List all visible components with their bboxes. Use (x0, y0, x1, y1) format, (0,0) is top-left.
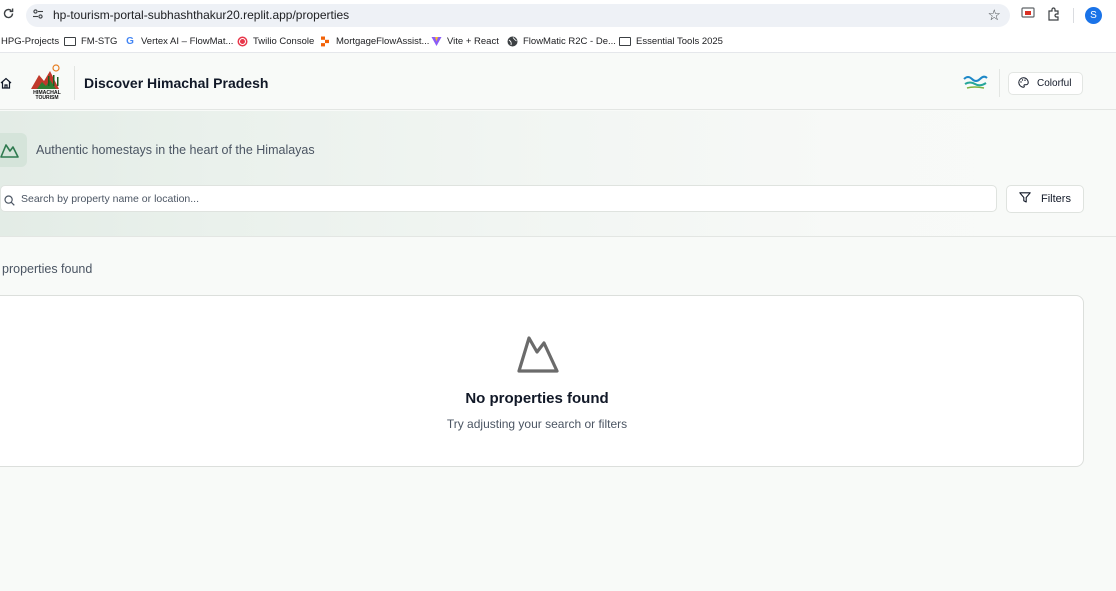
toolbar-divider (1073, 8, 1074, 23)
bookmark-item[interactable]: Essential Tools 2025 (619, 35, 723, 48)
bookmark-item[interactable]: Twilio Console (236, 35, 314, 48)
hero-section: Authentic homestays in the heart of the … (0, 111, 1116, 237)
folder-icon (64, 37, 76, 46)
home-icon[interactable] (0, 76, 12, 89)
empty-state-title: No properties found (465, 390, 609, 407)
results-count: properties found (2, 262, 93, 276)
search-box (0, 185, 997, 212)
bookmarks-bar: HPG-Projects FM-STG G Vertex AI – FlowMa… (0, 31, 1116, 53)
reload-icon[interactable] (2, 7, 16, 23)
bookmark-item[interactable]: HPG-Projects (1, 35, 59, 48)
bookmark-item[interactable]: FM-STG (64, 35, 117, 48)
cast-icon[interactable] (1020, 7, 1036, 23)
logo-text-tourism: TOURISM (36, 95, 59, 101)
google-icon: G (126, 36, 134, 47)
theme-toggle-button[interactable]: Colorful (1008, 72, 1083, 95)
mountain-icon (517, 336, 559, 373)
vite-icon (430, 36, 442, 47)
filter-icon (1019, 192, 1031, 206)
bookmark-item[interactable]: FlowMatic R2C - De... (506, 35, 616, 48)
filters-button[interactable]: Filters (1006, 185, 1084, 213)
campaign-logo (962, 73, 988, 91)
bookmark-item[interactable]: G Vertex AI – FlowMat... (124, 35, 233, 48)
bookmark-star-icon[interactable]: ☆ (988, 7, 1001, 24)
mountain-icon (0, 144, 19, 158)
himachal-tourism-logo[interactable]: HIMACHAL TOURISM (28, 64, 66, 102)
globe-icon (506, 36, 518, 47)
bookmark-item[interactable]: Vite + React (430, 35, 499, 48)
search-input[interactable] (21, 186, 981, 211)
header-divider (999, 69, 1000, 97)
empty-state-subtitle: Try adjusting your search or filters (446, 417, 628, 431)
address-bar[interactable]: hp-tourism-portal-subhashthakur20.replit… (26, 4, 1010, 27)
browser-toolbar: hp-tourism-portal-subhashthakur20.replit… (0, 0, 1116, 31)
page-title: Discover Himachal Pradesh (84, 75, 269, 91)
url-text: hp-tourism-portal-subhashthakur20.replit… (53, 8, 350, 22)
filters-label: Filters (1041, 193, 1071, 205)
twilio-icon (236, 36, 248, 47)
app-header: HIMACHAL TOURISM Discover Himachal Prade… (0, 57, 1116, 110)
hero-badge (0, 133, 27, 167)
extensions-icon[interactable] (1046, 7, 1062, 23)
header-divider (74, 66, 75, 100)
profile-avatar[interactable]: S (1085, 7, 1102, 24)
search-icon (4, 193, 16, 206)
palette-icon (1018, 76, 1029, 91)
site-settings-icon[interactable] (32, 8, 46, 22)
folder-icon (619, 37, 631, 46)
hero-tagline: Authentic homestays in the heart of the … (36, 143, 315, 157)
replit-icon (319, 36, 331, 47)
bookmark-item[interactable]: MortgageFlowAssist... (319, 35, 429, 48)
empty-state-card: No properties found Try adjusting your s… (0, 295, 1084, 467)
theme-label: Colorful (1037, 78, 1072, 89)
